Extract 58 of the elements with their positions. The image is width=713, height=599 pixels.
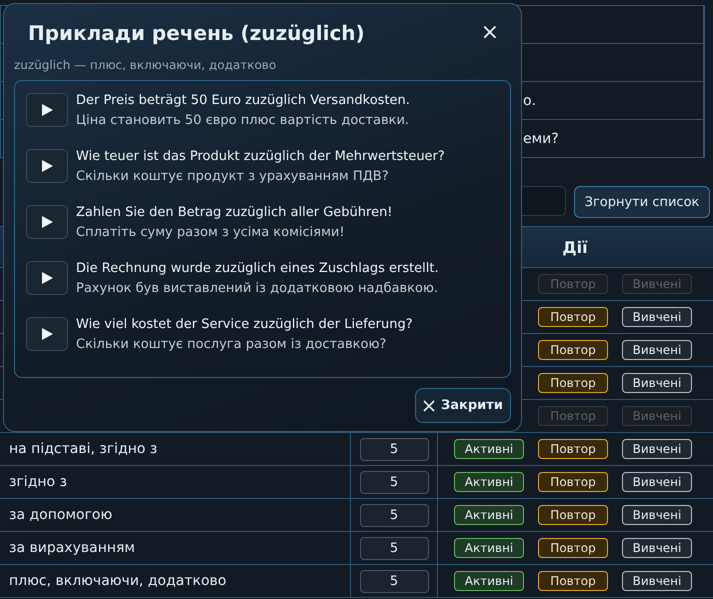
example-sentence: Der Preis beträgt 50 Euro zuzüglich Versandkosten. <box>76 93 410 108</box>
list-item-text: еми? <box>523 130 559 146</box>
play-button[interactable] <box>26 205 68 239</box>
count-field[interactable]: 5 <box>360 438 428 460</box>
repeat-button[interactable]: Повтор <box>538 505 608 525</box>
example-translation: Ціна становить 50 євро плюс вартість доставки. <box>76 113 410 128</box>
play-button[interactable] <box>26 261 68 295</box>
repeat-button[interactable]: Повтор <box>538 472 608 492</box>
dialog-subtitle: zuzüglich — плюс, включаючи, додатково <box>14 58 278 72</box>
column-header: Дії <box>562 238 588 256</box>
example-sentence: Wie viel kostet der Service zuzüglich der Lieferung? <box>76 317 413 332</box>
example-sentence: Wie teuer ist das Produkt zuzüglich der Mehrwertsteuer? <box>76 149 445 164</box>
active-button[interactable]: Активні <box>454 439 524 459</box>
active-button[interactable]: Активні <box>454 472 524 492</box>
table-cell: плюс, включаючи, додатково <box>9 573 226 589</box>
play-icon <box>41 328 53 340</box>
repeat-button[interactable]: Повтор <box>538 538 608 558</box>
table-cell: за допомогою <box>9 507 112 523</box>
active-button[interactable]: Активні <box>454 571 524 591</box>
active-button[interactable]: Активні <box>454 505 524 525</box>
example-translation: Рахунок був виставлений із додатковою надбавкою. <box>76 281 439 296</box>
dialog-title: Приклади речень (zuzüglich) <box>28 21 365 45</box>
table-cell: на підставі, згідно з <box>9 441 158 457</box>
repeat-button[interactable]: Повтор <box>538 571 608 591</box>
repeat-button[interactable]: Повтор <box>538 340 608 360</box>
repeat-button[interactable]: Повтор <box>538 307 608 327</box>
count-field[interactable]: 5 <box>360 504 428 526</box>
repeat-button[interactable]: Повтор <box>538 439 608 459</box>
count-field[interactable]: 5 <box>360 536 428 560</box>
learned-button[interactable]: Вивчені <box>622 571 692 591</box>
play-icon <box>41 160 53 172</box>
play-button[interactable] <box>26 149 68 183</box>
example-sentence: Zahlen Sie den Betrag zuzüglich aller Gebühren! <box>76 205 393 220</box>
learned-button[interactable]: Вивчені <box>622 307 692 327</box>
active-button[interactable]: Активні <box>454 538 524 558</box>
play-icon <box>41 104 53 116</box>
list-item-text: о. <box>523 92 536 108</box>
repeat-button[interactable]: Повтор <box>538 373 608 393</box>
example-translation: Скільки коштує послуга разом із доставкою? <box>76 337 388 352</box>
learned-button[interactable]: Вивчені <box>622 472 692 492</box>
play-icon <box>41 272 53 284</box>
close-icon <box>423 400 436 412</box>
count-field[interactable]: 5 <box>360 570 428 592</box>
close-button[interactable]: Закрити <box>415 388 511 423</box>
play-button[interactable] <box>26 93 68 127</box>
play-button[interactable] <box>26 317 68 351</box>
example-translation: Сплатіть суму разом з усіма комісіями! <box>76 225 346 240</box>
count-field[interactable]: 5 <box>360 470 428 494</box>
example-translation: Скільки коштує продукт з урахуванням ПДВ? <box>76 169 390 184</box>
learned-button[interactable]: Вивчені <box>622 439 692 459</box>
table-cell: за вирахуванням <box>9 540 135 556</box>
learned-button[interactable]: Вивчені <box>622 505 692 525</box>
learned-button[interactable]: Вивчені <box>622 373 692 393</box>
collapse-list-button[interactable]: Згорнути список <box>574 186 710 218</box>
learned-button[interactable]: Вивчені <box>622 538 692 558</box>
learned-button[interactable]: Вивчені <box>622 340 692 360</box>
example-sentence: Die Rechnung wurde zuzüglich eines Zuschlags erstellt. <box>76 261 439 276</box>
table-cell: згідно з <box>9 474 67 490</box>
